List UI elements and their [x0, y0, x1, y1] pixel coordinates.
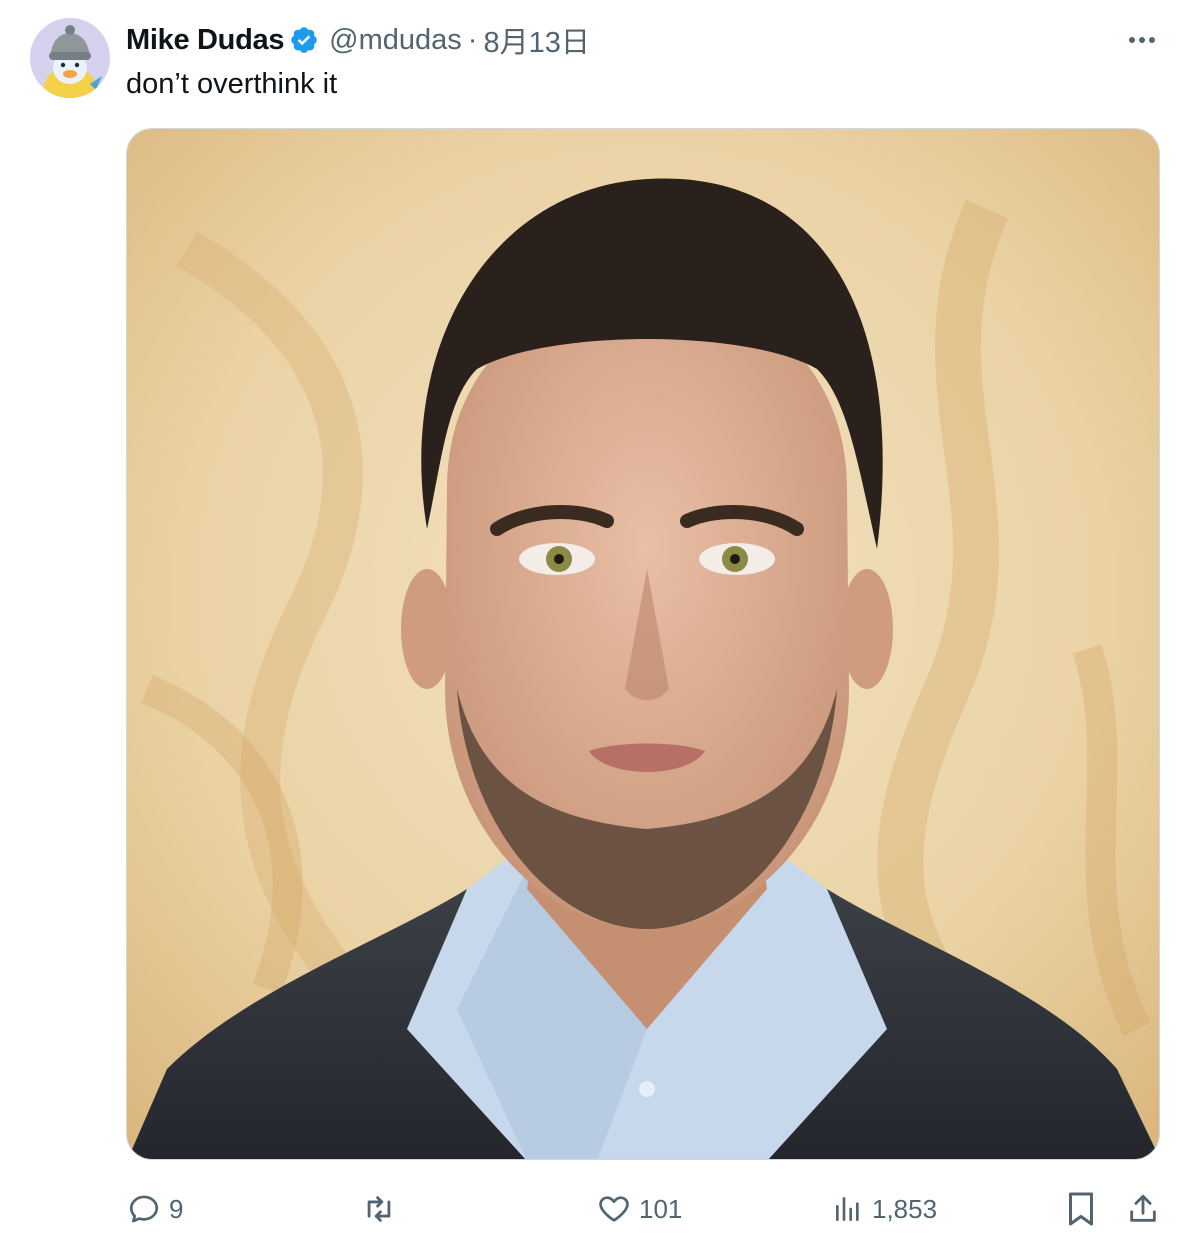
share-icon: [1130, 1194, 1156, 1222]
more-options-button[interactable]: [1122, 28, 1162, 52]
portrait-photo: [127, 129, 1159, 1159]
tweet-media[interactable]: [126, 128, 1160, 1160]
bookmark-icon: [1069, 1192, 1093, 1226]
reply-count: 9: [169, 1193, 184, 1224]
tweet-header: Mike Dudas @mdudas · 8月13日: [126, 20, 590, 60]
like-count: 101: [639, 1193, 683, 1224]
heart-icon: [599, 1196, 629, 1222]
views-chart-icon: [836, 1197, 859, 1221]
more-horizontal-icon: [1129, 37, 1155, 43]
author-name[interactable]: Mike Dudas: [126, 24, 284, 57]
share-button[interactable]: [1126, 1180, 1160, 1238]
reply-button[interactable]: 9: [127, 1180, 183, 1238]
avatar[interactable]: [30, 18, 110, 98]
repost-icon: [367, 1196, 391, 1222]
views-button[interactable]: 1,853: [832, 1180, 937, 1238]
repost-button[interactable]: [360, 1180, 406, 1238]
reply-icon: [129, 1195, 159, 1223]
action-bar: 9 101 1,853: [0, 1180, 1190, 1238]
separator-dot: ·: [467, 23, 478, 56]
views-count: 1,853: [872, 1193, 938, 1224]
bookmark-button[interactable]: [1066, 1180, 1096, 1238]
verified-badge-icon[interactable]: [289, 25, 319, 55]
author-handle[interactable]: @mdudas: [329, 24, 462, 57]
tweet-date[interactable]: 8月13日: [483, 19, 589, 61]
like-button[interactable]: 101: [597, 1180, 682, 1238]
tweet-text: don’t overthink it: [126, 68, 338, 100]
penguin-avatar-icon: [30, 18, 110, 98]
